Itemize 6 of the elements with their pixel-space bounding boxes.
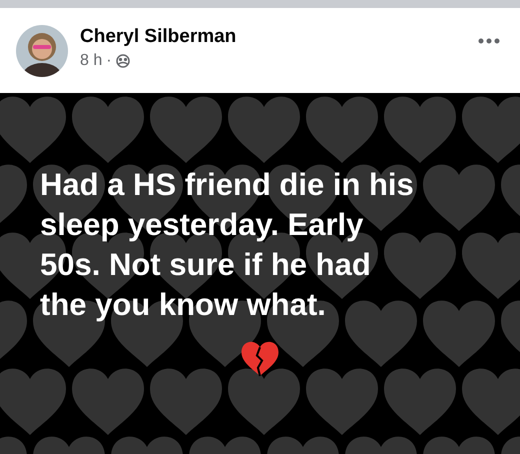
author-name[interactable]: Cheryl Silberman (80, 26, 462, 48)
separator-dot: · (106, 52, 112, 70)
post-text: Had a HS friend die in his sleep yesterday. Early 50s. Not sure if he had the you know what. (40, 166, 415, 324)
avatar[interactable] (16, 24, 68, 76)
post-time[interactable]: 8 h (80, 52, 102, 70)
broken-heart-icon (240, 339, 280, 377)
